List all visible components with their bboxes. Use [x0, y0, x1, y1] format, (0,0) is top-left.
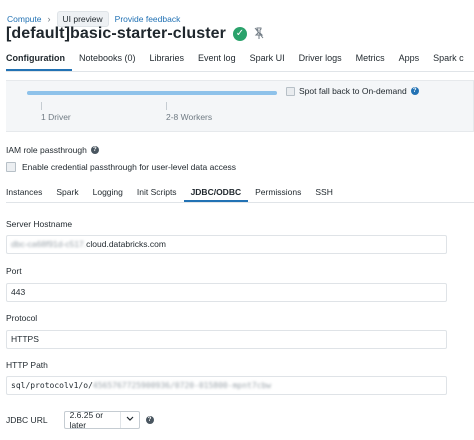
tab-driver-logs[interactable]: Driver logs — [292, 51, 349, 71]
http-path-field[interactable]: sql/protocolv1/o/4565767725900936/0720-0… — [6, 376, 447, 395]
tab-permissions[interactable]: Permissions — [248, 186, 308, 202]
tab-apps[interactable]: Apps — [392, 51, 427, 71]
tab-jdbc-odbc[interactable]: JDBC/ODBC — [183, 186, 249, 202]
driver-count-label: 1 Driver — [41, 112, 71, 122]
page-title: [default]basic-starter-cluster — [6, 25, 226, 42]
jdbc-version-select[interactable]: 2.6.25 or later — [63, 410, 140, 430]
chevron-down-icon — [119, 412, 134, 428]
tab-instances[interactable]: Instances — [6, 186, 49, 202]
credential-passthrough-row: Enable credential passthrough for user-l… — [6, 162, 236, 172]
jdbc-url-row: JDBC URL 2.6.25 or later ? — [6, 410, 154, 430]
port-value: 443 — [11, 287, 26, 297]
http-path-label: HTTP Path — [6, 360, 48, 370]
port-label: Port — [6, 266, 22, 276]
chevron-right-icon: › — [47, 14, 51, 24]
slider-tick-driver — [41, 102, 42, 110]
workers-range-fill — [27, 91, 277, 95]
jdbc-url-label: JDBC URL — [6, 415, 48, 425]
slider-tick-workers — [166, 102, 167, 110]
workers-panel: Spot fall back to On-demand ? 1 Driver 2… — [6, 80, 474, 132]
http-path-value: sql/protocolv1/o/ — [11, 381, 93, 390]
iam-role-title: IAM role passthrough ? — [6, 145, 99, 155]
tab-spark-ui[interactable]: Spark UI — [243, 51, 292, 71]
check-circle-icon: ✓ — [232, 27, 247, 41]
server-hostname-value: cloud.databricks.com — [86, 239, 166, 249]
tab-ssh[interactable]: SSH — [308, 186, 339, 202]
spot-fallback-row: Spot fall back to On-demand ? — [286, 86, 419, 96]
tab-configuration[interactable]: Configuration — [6, 51, 72, 71]
protocol-value: HTTPS — [11, 334, 39, 344]
help-icon[interactable]: ? — [90, 146, 99, 154]
spot-fallback-checkbox[interactable] — [286, 86, 295, 96]
tab-logging[interactable]: Logging — [86, 186, 130, 202]
http-path-redacted: 4565767725900936/0720-015800-mpnt7cbw — [92, 381, 272, 390]
protocol-field[interactable]: HTTPS — [6, 330, 447, 349]
protocol-label: Protocol — [6, 313, 38, 323]
tab-libraries[interactable]: Libraries — [143, 51, 192, 71]
config-sub-tabs: Instances Spark Logging Init Scripts JDB… — [6, 186, 474, 203]
jdbc-version-value: 2.6.25 or later — [69, 410, 104, 430]
credential-passthrough-label: Enable credential passthrough for user-l… — [22, 162, 237, 172]
provide-feedback-link[interactable]: Provide feedback — [115, 14, 181, 24]
tab-event-log[interactable]: Event log — [191, 51, 243, 71]
help-icon[interactable]: ? — [410, 87, 419, 95]
credential-passthrough-checkbox[interactable] — [6, 162, 16, 172]
main-tabs: Configuration Notebooks (0) Libraries Ev… — [6, 51, 474, 72]
tab-spark[interactable]: Spark — [49, 186, 85, 202]
server-hostname-label: Server Hostname — [6, 219, 73, 229]
workers-range-slider[interactable] — [27, 91, 277, 95]
iam-role-label: IAM role passthrough — [6, 145, 87, 155]
server-hostname-field[interactable]: dbc-ca68f91d-c517.cloud.databricks.com — [6, 235, 447, 254]
workers-count-label: 2-8 Workers — [166, 112, 213, 122]
tab-notebooks[interactable]: Notebooks (0) — [72, 51, 143, 71]
breadcrumb-compute-link[interactable]: Compute — [7, 14, 42, 24]
tab-init-scripts[interactable]: Init Scripts — [130, 186, 184, 202]
spot-fallback-label: Spot fall back to On-demand — [299, 86, 407, 96]
help-icon[interactable]: ? — [145, 416, 154, 424]
server-hostname-redacted: dbc-ca68f91d-c517. — [11, 239, 87, 249]
port-field[interactable]: 443 — [6, 283, 447, 302]
pin-icon[interactable] — [254, 27, 264, 42]
title-row: [default]basic-starter-cluster ✓ — [6, 25, 264, 43]
tab-spark-cluster[interactable]: Spark c — [426, 51, 471, 71]
tab-metrics[interactable]: Metrics — [349, 51, 392, 71]
